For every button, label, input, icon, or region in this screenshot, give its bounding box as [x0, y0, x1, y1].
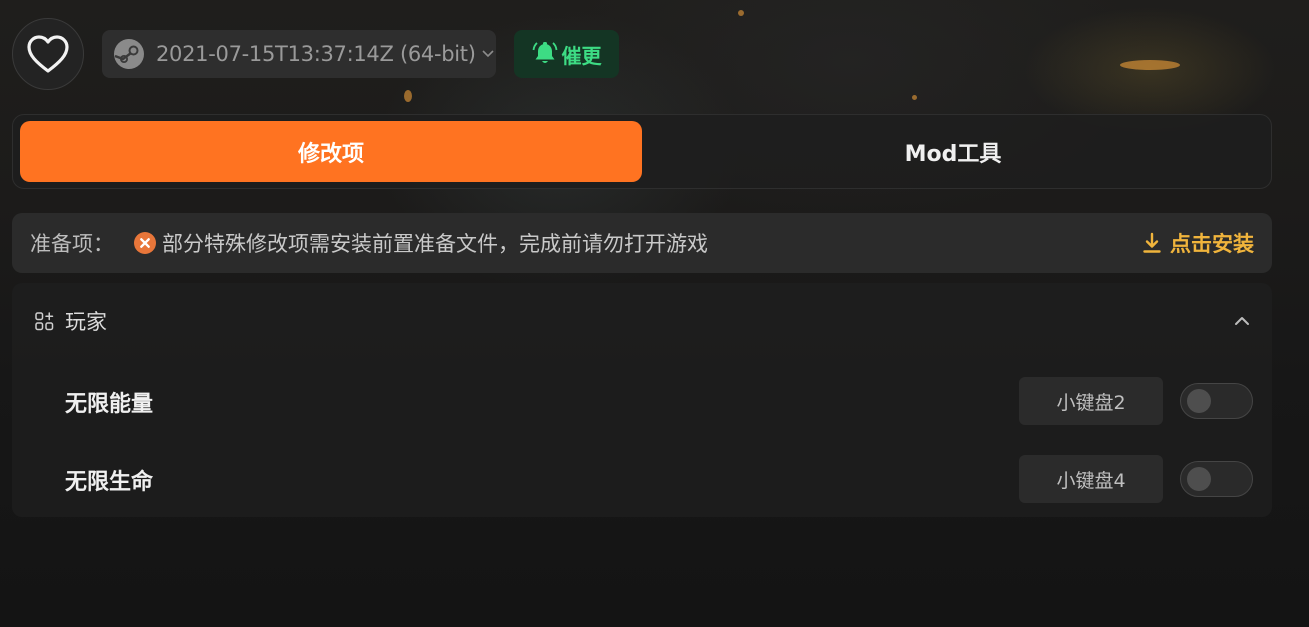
steam-icon: [112, 37, 146, 71]
tab-mod-tools[interactable]: Mod工具: [642, 121, 1264, 182]
chevron-up-icon[interactable]: [1232, 311, 1252, 331]
item-name: 无限能量: [65, 392, 154, 417]
list-item: 无限生命 小键盘4: [12, 454, 1272, 504]
enable-toggle[interactable]: [1180, 383, 1253, 419]
player-section: 玩家 无限能量 小键盘2 无限生命 小键盘4: [12, 283, 1272, 517]
error-circle-icon: [134, 232, 156, 254]
tab-modifiers[interactable]: 修改项: [20, 121, 642, 182]
install-label: 点击安装: [1170, 232, 1254, 256]
preparation-title: 准备项：: [30, 232, 114, 256]
preparation-bar: 准备项： 部分特殊修改项需安装前置准备文件，完成前请勿打开游戏 点击安装: [12, 213, 1272, 273]
preparation-message: 部分特殊修改项需安装前置准备文件，完成前请勿打开游戏: [162, 232, 708, 256]
version-label: 2021-07-15T13:37:14Z (64-bit): [156, 42, 476, 66]
toggle-knob: [1187, 467, 1211, 491]
install-button[interactable]: 点击安装: [1142, 213, 1254, 273]
main-tabs: 修改项 Mod工具: [12, 114, 1272, 189]
chevron-down-icon: [482, 47, 496, 61]
download-icon: [1143, 232, 1161, 253]
hotkey-button[interactable]: 小键盘4: [1019, 455, 1163, 503]
bell-icon: [532, 42, 557, 63]
hotkey-button[interactable]: 小键盘2: [1019, 377, 1163, 425]
enable-toggle[interactable]: [1180, 461, 1253, 497]
category-grid-icon: [35, 312, 54, 331]
favorite-button[interactable]: [12, 18, 84, 90]
toggle-knob: [1187, 389, 1211, 413]
heart-icon: [27, 35, 69, 73]
section-title: 玩家: [65, 310, 107, 334]
remind-update-label: 催更: [561, 43, 602, 68]
list-item: 无限能量 小键盘2: [12, 376, 1272, 426]
remind-update-button[interactable]: 催更: [514, 30, 619, 78]
section-header[interactable]: 玩家: [12, 283, 1272, 359]
item-name: 无限生命: [65, 470, 154, 495]
version-select[interactable]: 2021-07-15T13:37:14Z (64-bit): [102, 30, 496, 78]
